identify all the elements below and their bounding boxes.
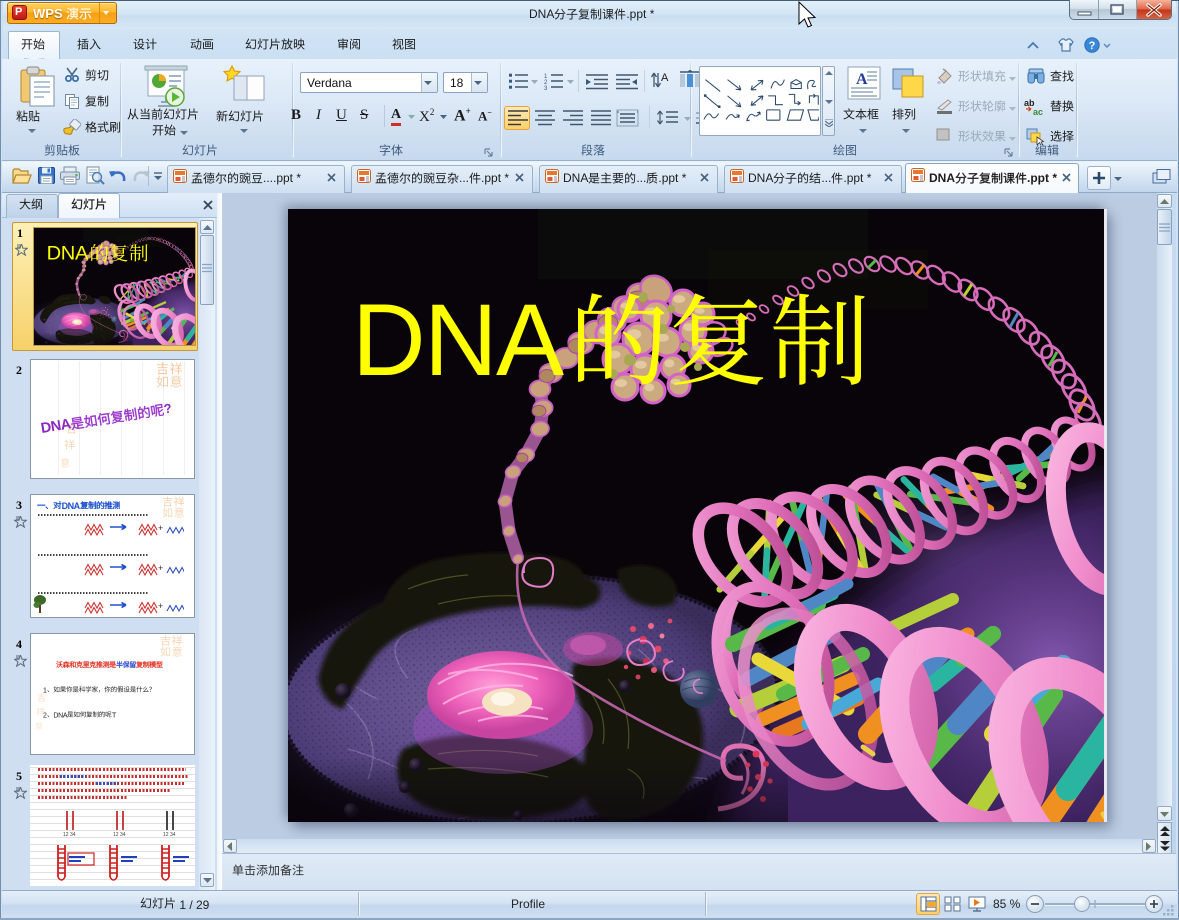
svg-text:+: + [158, 523, 163, 533]
svg-text:?: ? [1089, 40, 1096, 52]
svg-text:12 34: 12 34 [63, 832, 76, 837]
svg-text:A: A [661, 72, 669, 84]
svg-text:+: + [158, 601, 163, 611]
svg-text:A: A [856, 71, 868, 88]
svg-text:3: 3 [544, 86, 548, 90]
svg-text:ac: ac [1033, 107, 1043, 116]
svg-text:12 34: 12 34 [113, 832, 126, 837]
svg-text:12 34: 12 34 [163, 832, 176, 837]
svg-text:+: + [158, 563, 163, 573]
